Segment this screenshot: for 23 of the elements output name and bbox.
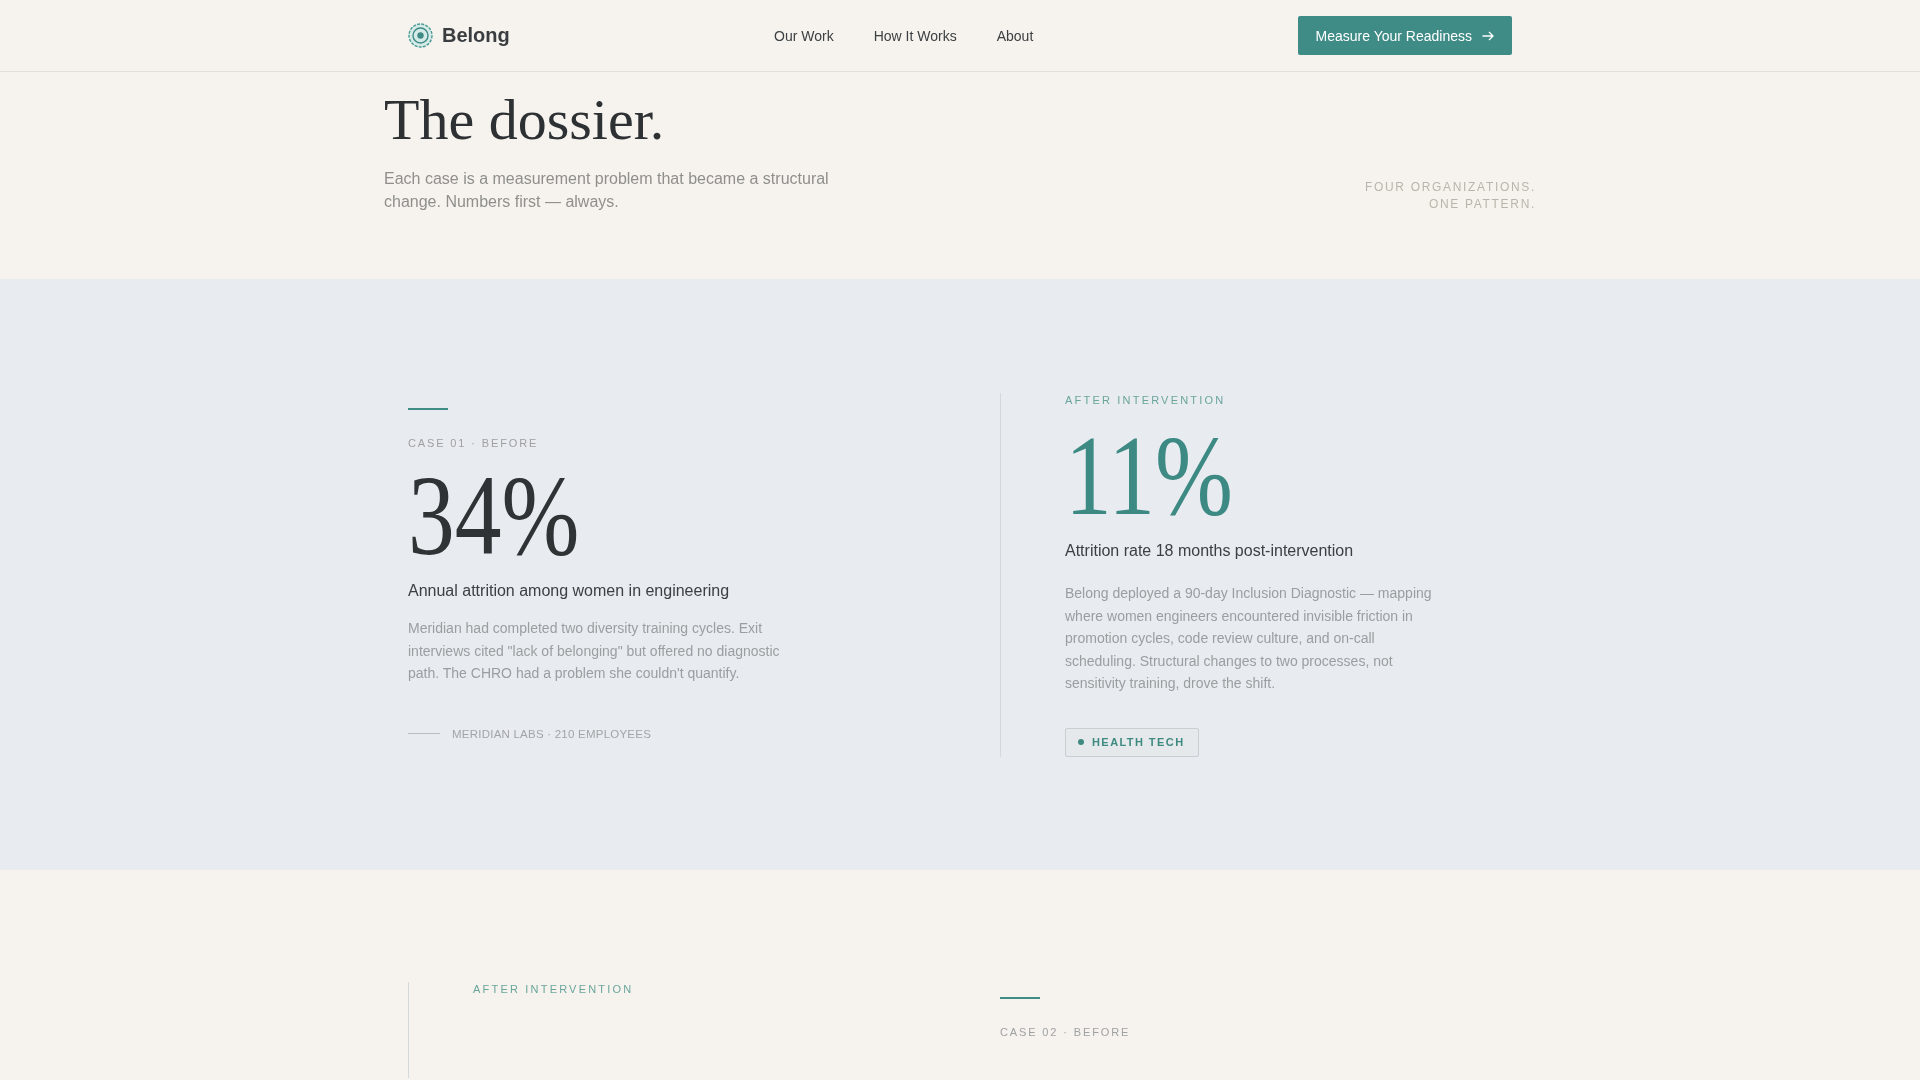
case-label: AFTER INTERVENTION bbox=[473, 981, 634, 996]
stat-figure: 11% bbox=[1065, 420, 1233, 532]
nav-link[interactable]: About bbox=[996, 27, 1034, 44]
stat-figure: 34% bbox=[408, 460, 580, 572]
stat-caption: Annual attrition among women in engineering bbox=[408, 581, 730, 601]
logo-icon bbox=[408, 23, 433, 48]
stat-caption: Attrition rate 18 months post-intervention bbox=[1065, 541, 1354, 561]
case-description: Belong deployed a 90-day Inclusion Diagnostic — mapping where women engineers encountered invisible friction in promotion cycles, code review culture, and on-call scheduling. Structural changes to two processes, not sensitivity training, drove the shift. bbox=[1065, 584, 1433, 693]
tagline: FOUR ORGANIZATIONS. ONE PATTERN. bbox=[1363, 179, 1536, 213]
case-description: Meridian had completed two diversity training cycles. Exit interviews cited "lack of belonging" but offered no diagnostic path. The CHRO had a problem she couldn't quantify. bbox=[408, 619, 781, 683]
dot-icon bbox=[1078, 739, 1084, 745]
measure-readiness-button[interactable]: Measure Your Readiness bbox=[1297, 16, 1512, 55]
case-label: AFTER INTERVENTION bbox=[1065, 393, 1226, 407]
case-label: CASE 02 · BEFORE bbox=[1000, 1024, 1131, 1039]
nav-link[interactable]: Our Work bbox=[774, 27, 834, 44]
industry-tag: HEALTH TECH bbox=[1065, 727, 1199, 757]
case-label: CASE 01 · BEFORE bbox=[408, 436, 539, 450]
company-meta: MERIDIAN LABS · 210 EMPLOYEES bbox=[452, 726, 652, 742]
brand-name[interactable]: Belong bbox=[442, 24, 510, 47]
arrow-right-icon bbox=[1482, 30, 1494, 41]
page-subtitle: Each case is a measurement problem that became a structural change. Numbers first — always. bbox=[384, 169, 830, 212]
page-title: The dossier. bbox=[384, 87, 666, 153]
nav-link[interactable]: How It Works bbox=[873, 27, 957, 44]
